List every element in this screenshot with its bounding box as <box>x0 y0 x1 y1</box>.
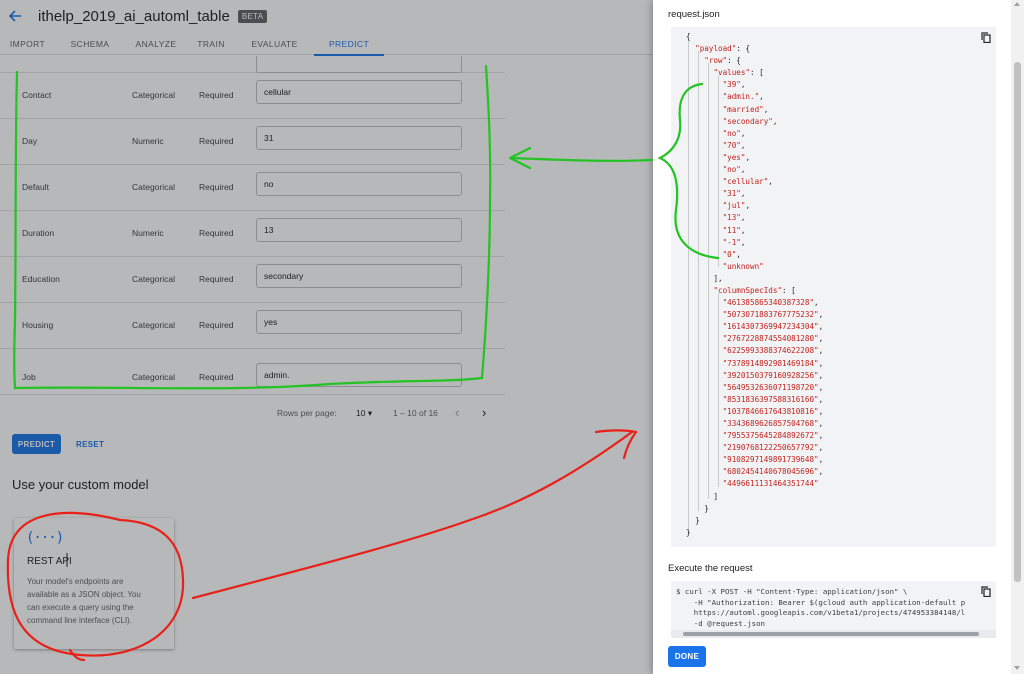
json-line: "no", <box>722 165 746 175</box>
modal-scrim[interactable] <box>0 0 653 674</box>
json-line: "7378914892981469184", <box>722 358 824 368</box>
command-line: -H "Authorization: Bearer $(gcloud auth … <box>676 597 966 607</box>
json-line: "jul", <box>722 201 751 211</box>
json-line: } <box>686 527 691 537</box>
json-line: "461385865340387328", <box>722 298 819 308</box>
done-button[interactable]: DONE <box>668 646 706 667</box>
request-json-code: { "payload": { "row": { "values": [ "39"… <box>671 27 996 547</box>
json-line: "admin.", <box>722 92 764 102</box>
json-line: "5649532636071198720", <box>722 382 824 392</box>
content-copy-icon[interactable] <box>981 32 991 43</box>
json-line: "cellular", <box>722 177 773 187</box>
json-line: { <box>686 32 691 41</box>
json-line: "no", <box>722 128 746 138</box>
json-body: { "payload": { "row": { "values": [ "39"… <box>686 31 823 539</box>
json-line: "13", <box>722 213 746 223</box>
json-line: "values": [ <box>713 68 764 78</box>
json-line: "secondary", <box>722 116 778 126</box>
json-line: "row": { <box>704 56 741 66</box>
execute-title: Execute the request <box>668 563 753 574</box>
json-line: "3920150379160928256", <box>722 370 824 380</box>
panel-title: request.json <box>668 9 720 20</box>
json-line: "payload": { <box>695 44 751 54</box>
json-line: ] <box>713 491 719 501</box>
json-line: "unknown" <box>722 261 764 271</box>
json-line: "8531836397588316160", <box>722 394 824 404</box>
json-line: "31", <box>722 189 746 199</box>
json-line: "yes", <box>722 152 751 162</box>
vertical-scrollbar[interactable] <box>1011 0 1024 674</box>
json-line: "1614307369947234304", <box>722 322 824 332</box>
json-line: "9108297149891739648", <box>722 455 824 465</box>
json-line: "4496611131464351744" <box>722 479 819 489</box>
curl-command-box: $ curl -X POST -H "Content-Type: applica… <box>671 581 996 638</box>
command-line: -d @request.json <box>676 619 765 629</box>
json-line: "1037846617643810816", <box>722 406 824 416</box>
json-line: "3343689626857504768", <box>722 419 824 428</box>
command-line: $ curl -X POST -H "Content-Type: applica… <box>676 587 908 596</box>
json-line: "columnSpecIds": [ <box>713 285 796 295</box>
json-line: } <box>695 515 700 525</box>
json-line: ], <box>713 273 723 283</box>
json-line: "2190768122250657792", <box>722 443 824 453</box>
request-side-panel: request.json { "payload": { "row": { "va… <box>653 0 1024 674</box>
json-line: } <box>704 503 709 513</box>
scroll-down-icon[interactable] <box>1014 666 1020 670</box>
json-line: "-1", <box>722 237 746 247</box>
horizontal-scroll-thumb[interactable] <box>683 632 979 636</box>
json-line: "6225993388374622208", <box>722 346 824 356</box>
json-line: "11", <box>722 225 746 235</box>
command-line: https://automl.googleapis.com/v1beta1/pr… <box>676 608 966 618</box>
vertical-scroll-thumb[interactable] <box>1014 62 1021 582</box>
automl-table-app: ithelp_2019_ai_automl_table BETA IMPORT … <box>0 0 653 674</box>
json-line: "2767228874554081280", <box>722 334 824 344</box>
json-line: "39", <box>722 80 746 90</box>
content-copy-icon[interactable] <box>981 586 991 597</box>
json-line: "6802454140678045696", <box>722 467 824 477</box>
scroll-up-icon[interactable] <box>1014 2 1020 6</box>
json-line: "0", <box>722 249 741 259</box>
json-line: "7955375645284892672", <box>722 431 824 441</box>
curl-command: $ curl -X POST -H "Content-Type: applica… <box>676 587 965 630</box>
json-line: "5073071883767775232", <box>722 310 824 320</box>
json-line: "married", <box>722 104 769 114</box>
json-line: "70", <box>722 140 746 150</box>
